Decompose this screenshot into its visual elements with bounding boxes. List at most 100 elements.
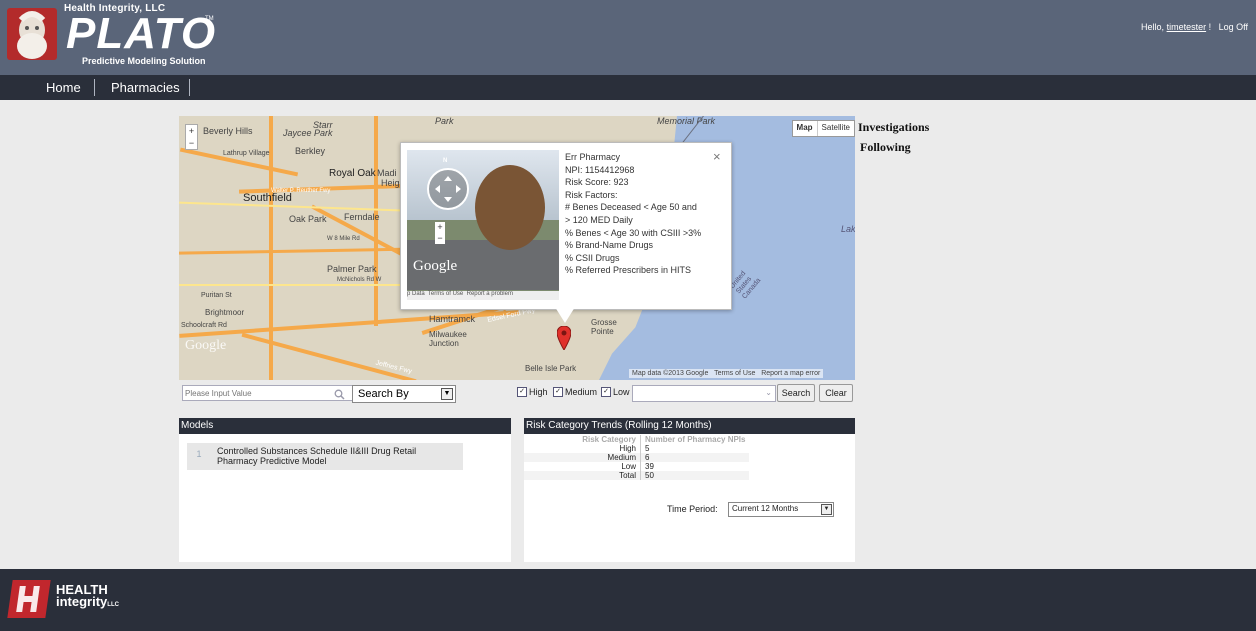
search-icon[interactable] — [334, 387, 345, 405]
pharmacy-marker-icon[interactable] — [556, 325, 572, 355]
username-link[interactable]: timetester — [1167, 22, 1207, 32]
list-item[interactable]: 1 Controlled Substances Schedule II&III … — [187, 443, 463, 470]
table-row: Low 39 — [524, 462, 750, 471]
map-data-credit: Map data ©2013 Google — [632, 370, 709, 377]
health-integrity-logo-icon — [7, 580, 51, 618]
map-label: Milwaukee Junction — [429, 330, 467, 348]
col-pharmacy-count: Number of Pharmacy NPIs — [645, 435, 746, 444]
nav-pharmacies[interactable]: Pharmacies — [111, 80, 180, 95]
footer-brand-suffix: LLC — [107, 602, 119, 608]
risk-factor: % Benes < Age 30 with CSIII >3% — [565, 227, 702, 238]
risk-factor: # Benes Deceased < Age 50 and — [565, 202, 697, 213]
nav-divider — [189, 79, 190, 96]
map-label: Madi — [377, 168, 397, 178]
map-label: Brightmoor — [205, 308, 245, 317]
greeting-end: ! — [1208, 22, 1212, 32]
map-label: Starr — [313, 120, 333, 130]
map-type-toggle: Map Satellite — [791, 120, 855, 137]
search-button[interactable]: Search — [777, 384, 815, 402]
map-label: Grosse Pointe — [591, 318, 617, 336]
filter-low-label: Low — [613, 387, 630, 397]
map-label: Palmer Park — [327, 264, 377, 274]
product-tagline: Predictive Modeling Solution — [82, 56, 206, 66]
map-road — [179, 201, 429, 213]
model-index: 1 — [196, 449, 202, 459]
map-label: McNichols Rd W — [337, 277, 382, 283]
map-road — [241, 332, 417, 380]
filter-high-checkbox[interactable]: ✓ — [517, 387, 527, 397]
sv-terms-link[interactable]: Terms of Use — [428, 291, 463, 297]
map-label: Park — [435, 116, 454, 126]
map-label: Southfield — [243, 192, 292, 204]
risk-factor: % Referred Prescribers in HITS — [565, 265, 692, 276]
chevron-down-icon: ⌄ — [765, 388, 772, 397]
count-cell: 39 — [645, 462, 654, 471]
product-name: PLATO — [66, 9, 217, 58]
count-cell: 6 — [645, 453, 650, 462]
filter-medium-label: Medium — [565, 387, 598, 397]
models-title: Models — [179, 418, 511, 434]
main-nav: Home Pharmacies — [0, 75, 1256, 100]
user-box: Hello, timetester ! Log Off — [1141, 22, 1248, 32]
map-label: Belle Isle Park — [525, 364, 577, 373]
clear-button[interactable]: Clear — [819, 384, 853, 402]
logoff-link[interactable]: Log Off — [1219, 22, 1248, 32]
trademark: TM — [205, 16, 214, 22]
street-view-compass-icon[interactable] — [427, 168, 469, 210]
app-footer: HEALTH integrityLLC — [0, 569, 1256, 631]
pharmacy-details: Err Pharmacy NPI: 1154412968 Risk Score:… — [565, 151, 725, 277]
sv-data: p Data — [407, 291, 425, 297]
count-cell: 50 — [645, 471, 654, 480]
search-input[interactable] — [182, 385, 353, 401]
chevron-down-icon: ▼ — [821, 504, 832, 515]
street-view-zoom-icon[interactable]: + − — [435, 222, 445, 244]
table-row: High 5 — [524, 444, 750, 453]
map-label: Heig — [381, 178, 400, 188]
time-period-label: Time Period: — [667, 504, 718, 514]
model-name: Controlled Substances Schedule II&III Dr… — [217, 446, 417, 466]
models-panel: Models — [179, 418, 511, 562]
risk-factor: > 120 MED Daily — [565, 214, 633, 225]
chevron-down-icon: ▼ — [441, 388, 453, 400]
filter-low-checkbox[interactable]: ✓ — [601, 387, 611, 397]
compass-north: N — [443, 158, 448, 164]
investigations-link[interactable]: Investigations — [858, 120, 929, 135]
risk-category-cell: Low — [524, 462, 641, 471]
map-label: Berkley — [295, 146, 326, 156]
sv-tree — [475, 165, 545, 250]
search-by-value: Search By — [358, 388, 409, 400]
map-type-map-button[interactable]: Map — [793, 121, 818, 136]
risk-factor: % CSII Drugs — [565, 252, 620, 263]
pharmacy-name: Err Pharmacy — [565, 152, 621, 162]
info-window-tail — [555, 307, 575, 323]
time-period-select[interactable]: Current 12 Months ▼ — [728, 502, 834, 517]
map-type-satellite-button[interactable]: Satellite — [818, 121, 854, 136]
pharmacy-npi: NPI: 1154412968 — [565, 164, 635, 175]
map-label: Royal Oak — [329, 168, 376, 179]
table-row: Medium 6 — [524, 453, 750, 462]
risk-category-cell: High — [524, 444, 641, 453]
following-link[interactable]: Following — [860, 140, 911, 155]
map-label: Lathrup Village — [223, 150, 270, 157]
street-view[interactable]: N + − Google p Data Terms of Use Report a… — [407, 150, 559, 300]
search-by-select[interactable]: Search By ▼ — [352, 385, 456, 403]
sv-report-link[interactable]: Report a problem — [467, 291, 513, 297]
map-terms-link[interactable]: Terms of Use — [714, 370, 755, 377]
nav-home[interactable]: Home — [46, 80, 81, 95]
close-icon[interactable]: × — [713, 149, 721, 164]
pharmacy-risk-score: Risk Score: 923 — [565, 177, 629, 188]
map-footer: Map data ©2013 Google Terms of Use Repor… — [629, 369, 824, 378]
map-zoom-control[interactable]: + − — [185, 124, 198, 150]
risk-trends-table: Risk Category Number of Pharmacy NPIs Hig… — [524, 435, 750, 480]
footer-brand-line2: integrity — [56, 594, 108, 609]
sv-footer: p Data Terms of Use Report a problem — [407, 291, 559, 300]
app-header: Health Integrity, LLC PLATO TM Predictiv… — [0, 0, 1256, 75]
filter-medium-checkbox[interactable]: ✓ — [553, 387, 563, 397]
time-period-value: Current 12 Months — [732, 504, 799, 513]
filter-combo-input[interactable]: ⌄ — [632, 385, 776, 402]
filter-high-label: High — [529, 387, 548, 397]
footer-brand: HEALTH integrityLLC — [56, 583, 119, 611]
map-label: Schoolcraft Rd — [181, 322, 227, 329]
risk-factors-title: Risk Factors: — [565, 189, 618, 200]
map-report-link[interactable]: Report a map error — [761, 370, 820, 377]
